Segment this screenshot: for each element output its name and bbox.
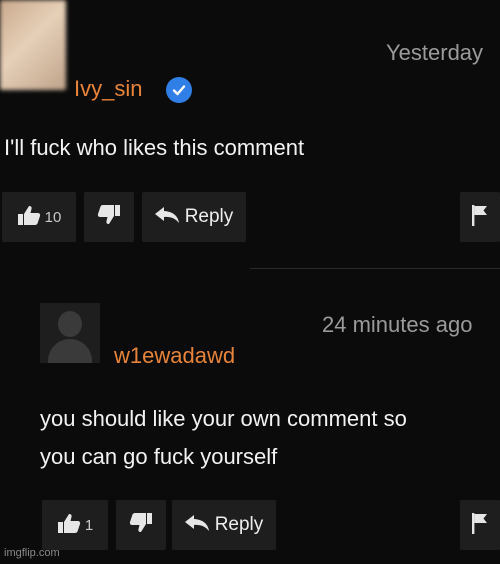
flag-icon: [471, 512, 489, 539]
reply-button[interactable]: Reply: [142, 192, 246, 242]
dislike-button[interactable]: [116, 500, 166, 550]
comment-text-line: you should like your own comment so: [40, 406, 407, 431]
thumbs-down-icon: [129, 512, 153, 539]
comment-text: I'll fuck who likes this comment: [4, 135, 305, 160]
reply-button[interactable]: Reply: [172, 500, 276, 550]
flag-button[interactable]: [460, 500, 500, 550]
thumbs-down-icon: [97, 204, 121, 231]
verified-check-icon: [166, 77, 192, 103]
divider: [250, 268, 500, 269]
comment-text-line: you can go fuck yourself: [40, 444, 278, 469]
watermark: imgflip.com: [4, 547, 60, 559]
reply-arrow-icon: [154, 206, 179, 228]
username[interactable]: w1ewadawd: [114, 343, 235, 369]
dislike-button[interactable]: [84, 192, 134, 242]
timestamp: 24 minutes ago: [322, 312, 473, 337]
thumbs-up-icon: [17, 204, 41, 231]
username[interactable]: Ivy_sin: [74, 76, 142, 102]
like-count: 1: [84, 516, 94, 534]
reply-arrow-icon: [184, 514, 209, 536]
avatar[interactable]: [0, 0, 66, 90]
timestamp: Yesterday: [386, 40, 484, 65]
reply-label: Reply: [184, 206, 234, 227]
thumbs-up-icon: [57, 512, 81, 539]
flag-icon: [471, 204, 489, 231]
like-count: 10: [44, 208, 62, 226]
reply-label: Reply: [214, 514, 264, 535]
avatar[interactable]: [40, 303, 100, 363]
flag-button[interactable]: [460, 192, 500, 242]
like-button[interactable]: 1: [42, 500, 108, 550]
like-button[interactable]: 10: [2, 192, 76, 242]
